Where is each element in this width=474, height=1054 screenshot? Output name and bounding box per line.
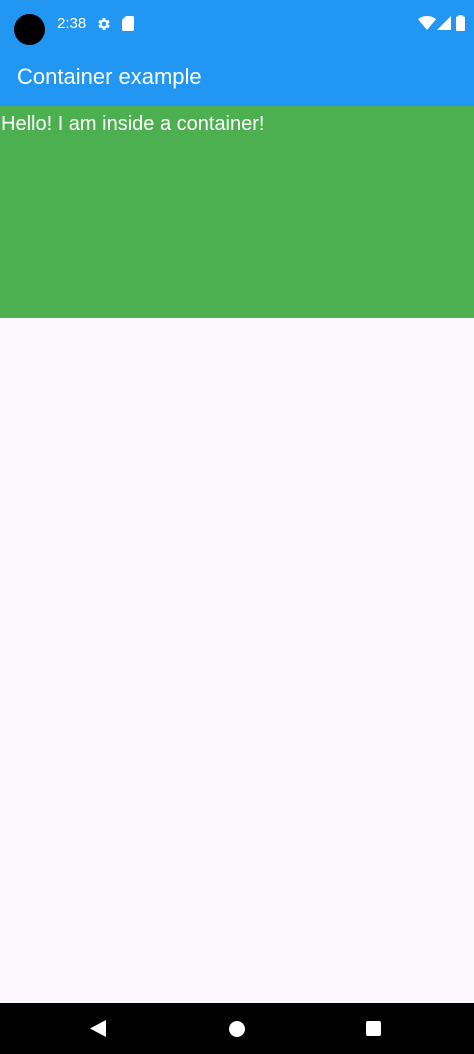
wifi-icon xyxy=(418,16,436,30)
navigation-bar xyxy=(0,1003,474,1054)
sdcard-icon xyxy=(122,16,134,31)
battery-icon xyxy=(456,15,465,31)
signal-icon xyxy=(437,16,451,30)
green-container: Hello! I am inside a container! xyxy=(0,106,474,318)
app-bar: Container example xyxy=(0,50,474,106)
app-screen: 2:38 Container example Hello! I am insid… xyxy=(0,0,474,1054)
back-icon[interactable] xyxy=(90,1020,106,1037)
home-icon[interactable] xyxy=(229,1021,245,1037)
gear-icon xyxy=(98,18,110,30)
status-time: 2:38 xyxy=(57,15,87,32)
recents-icon[interactable] xyxy=(366,1021,381,1036)
container-text: Hello! I am inside a container! xyxy=(1,113,265,135)
camera-cutout xyxy=(14,14,45,45)
status-bar: 2:38 xyxy=(0,0,474,50)
app-bar-title: Container example xyxy=(17,64,202,89)
